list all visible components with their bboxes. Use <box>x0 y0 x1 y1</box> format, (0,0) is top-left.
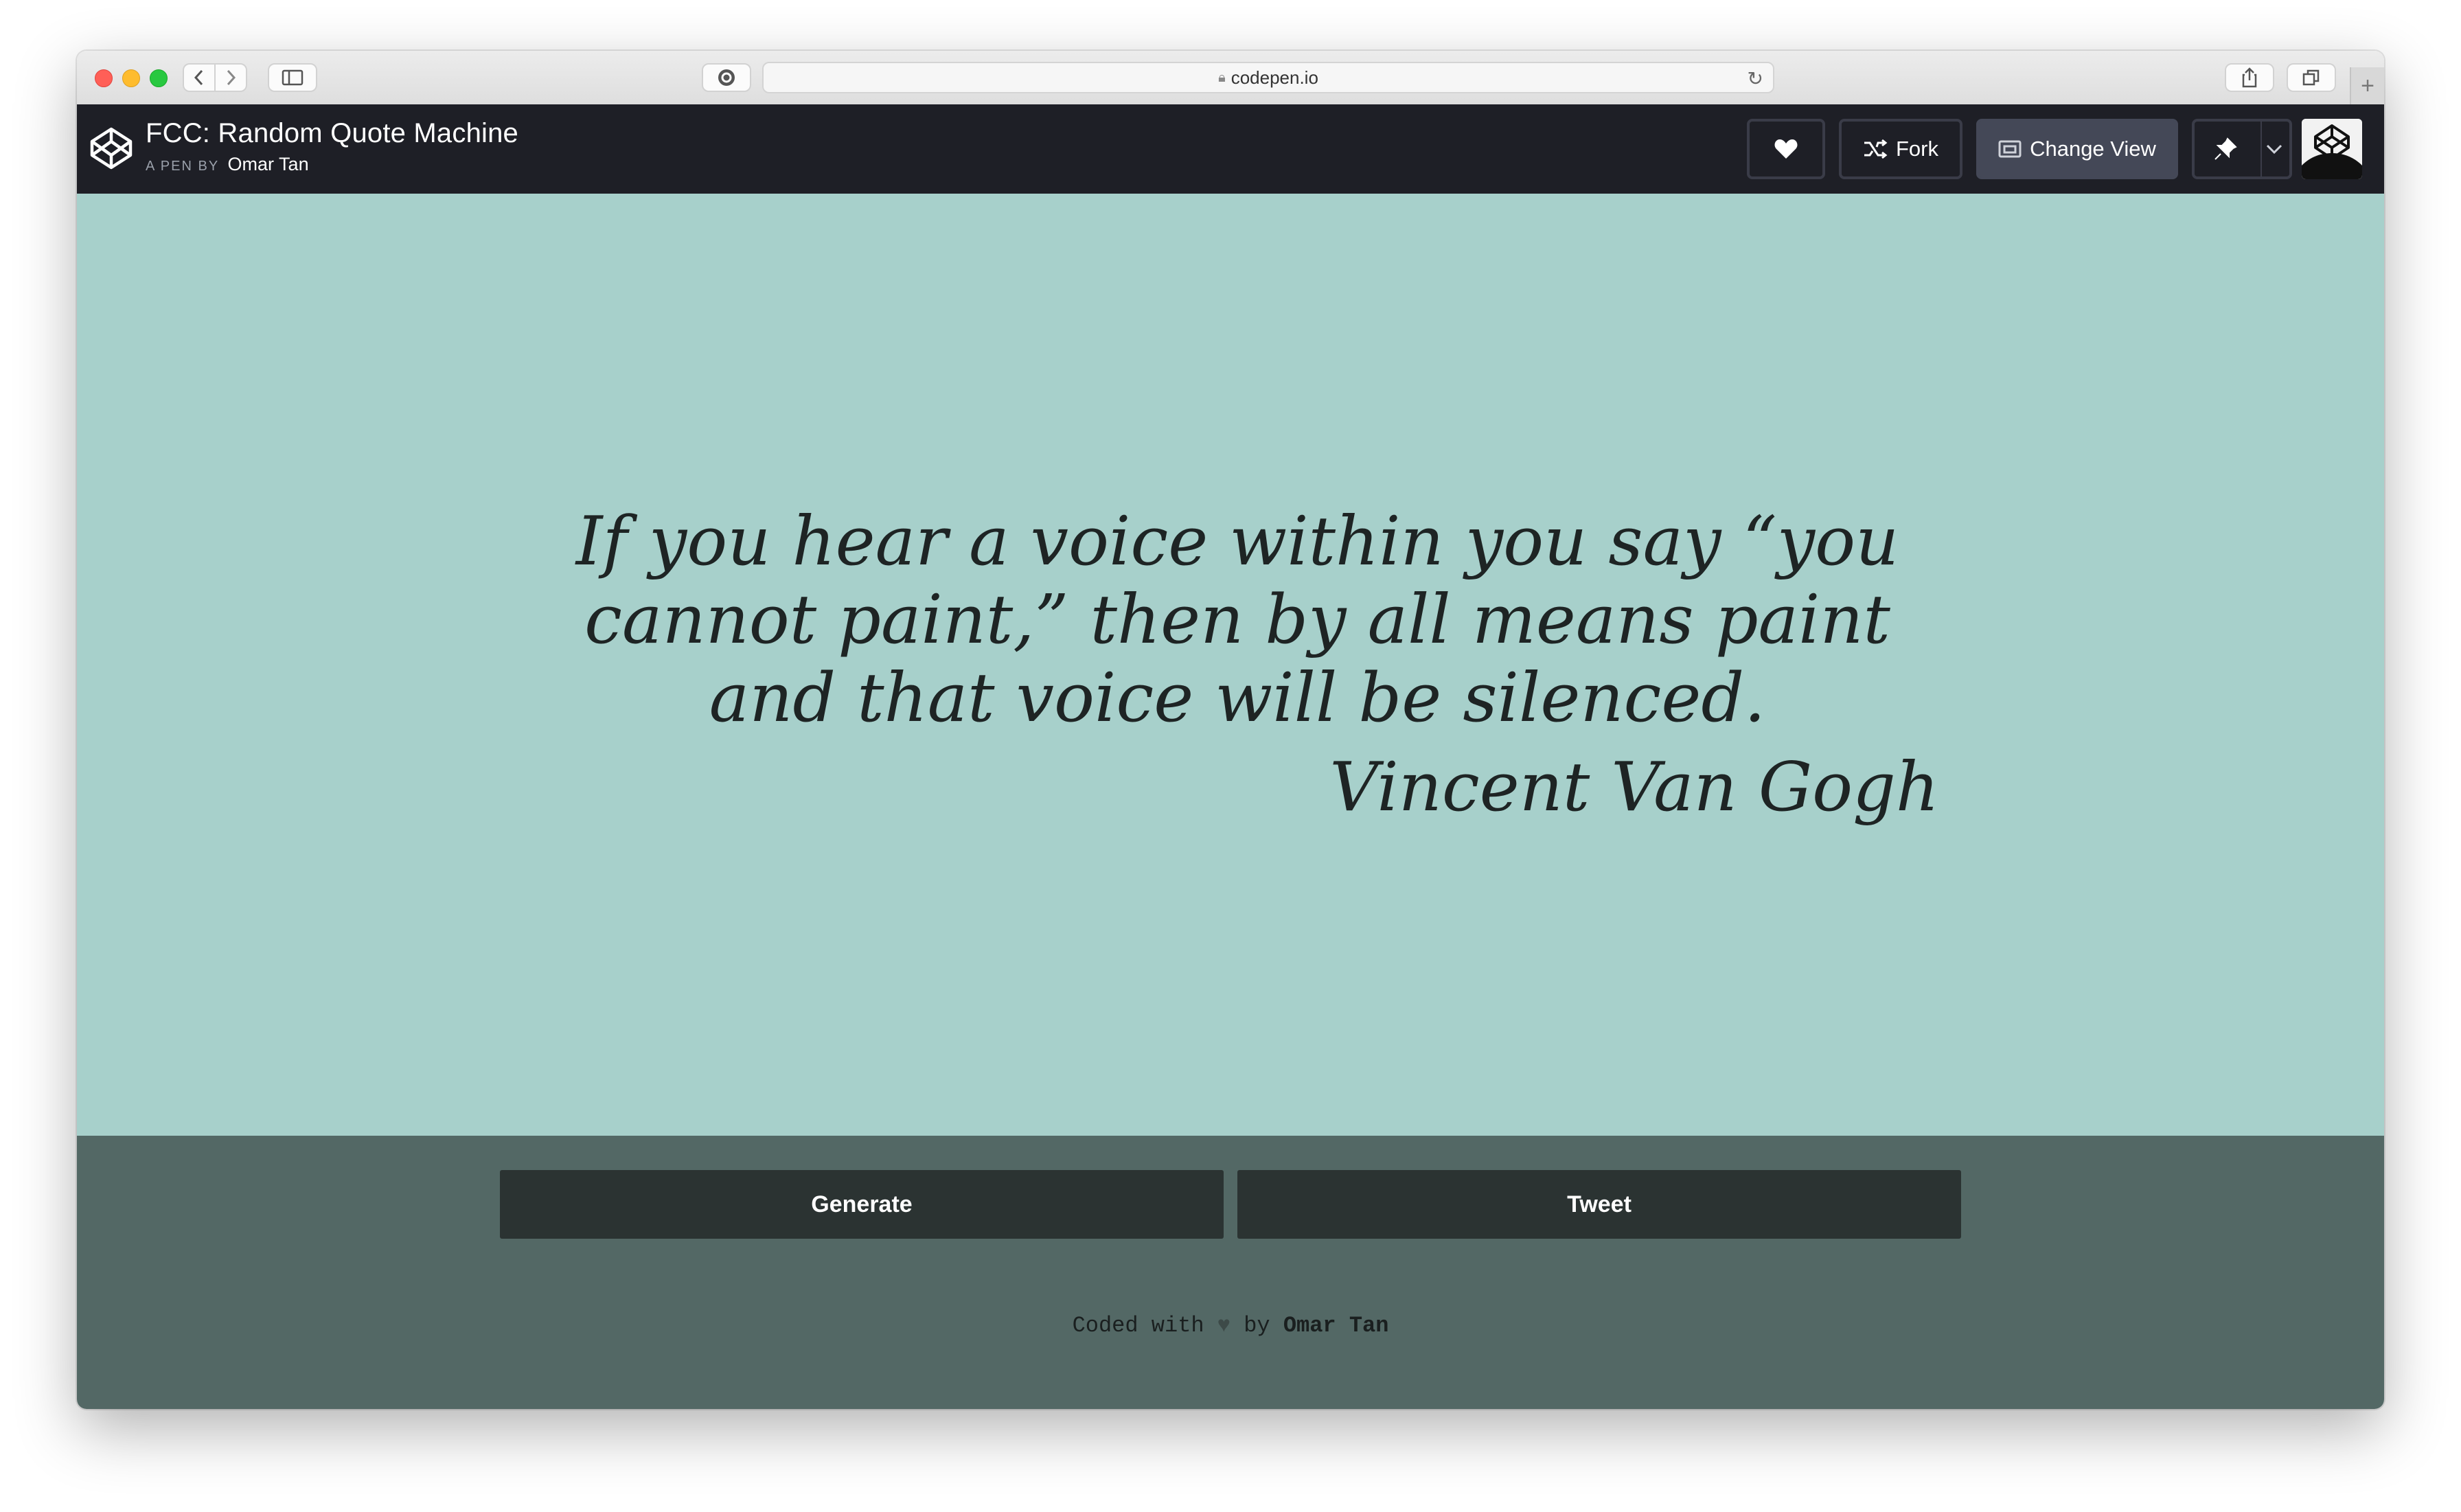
sidebar-button[interactable] <box>268 63 317 92</box>
back-button[interactable] <box>183 63 216 92</box>
forward-button[interactable] <box>214 63 247 92</box>
heart-icon <box>1774 139 1798 159</box>
change-view-label: Change View <box>2030 137 2156 161</box>
new-tab-icon[interactable]: + <box>2350 67 2384 104</box>
tabs-icon <box>2302 69 2320 86</box>
lock-icon: 🔒︎ <box>1218 69 1226 85</box>
heart-icon: ♥ <box>1217 1313 1230 1338</box>
browser-toolbar: 🔒︎ codepen.io ↻ + <box>77 51 2384 106</box>
share-button[interactable] <box>2225 63 2274 92</box>
tweet-button[interactable]: Tweet <box>1237 1170 1961 1239</box>
close-window-button[interactable] <box>95 69 113 87</box>
change-view-icon <box>1998 140 2022 158</box>
like-button[interactable] <box>1747 119 1825 179</box>
url-text: codepen.io <box>1230 67 1318 88</box>
action-bar: Generate Tweet Coded with ♥ by Omar Tan <box>77 1136 2384 1409</box>
credit-author-link[interactable]: Omar Tan <box>1283 1313 1389 1338</box>
change-view-button[interactable]: Change View <box>1976 119 2178 179</box>
minimize-window-button[interactable] <box>122 69 140 87</box>
fork-label: Fork <box>1896 137 1938 161</box>
share-icon <box>2242 67 2257 88</box>
fork-button[interactable]: Fork <box>1839 119 1962 179</box>
quote-text: If you hear a voice within you say “you … <box>575 503 1899 737</box>
browser-window: 🔒︎ codepen.io ↻ + FCC: Random Quote Mach… <box>77 51 2384 1409</box>
sidebar-icon <box>282 69 304 86</box>
privacy-icon <box>718 69 735 86</box>
tabs-button[interactable] <box>2287 63 2336 92</box>
pen-byline: A PEN BY Omar Tan <box>146 154 309 175</box>
address-bar[interactable]: 🔒︎ codepen.io ↻ <box>762 62 1774 93</box>
codepen-logo-icon[interactable] <box>88 125 135 172</box>
avatar[interactable] <box>2302 119 2362 179</box>
pin-button[interactable] <box>2192 119 2292 179</box>
chevron-down-icon[interactable] <box>2266 144 2282 154</box>
back-icon <box>194 69 203 86</box>
fork-icon <box>1864 139 1888 159</box>
reload-icon[interactable]: ↻ <box>1748 67 1763 90</box>
by-label: A PEN BY <box>146 159 220 174</box>
codepen-header: FCC: Random Quote Machine A PEN BY Omar … <box>77 104 2384 194</box>
generate-button[interactable]: Generate <box>500 1170 1224 1239</box>
author-link[interactable]: Omar Tan <box>228 154 309 174</box>
footer-credit: Coded with ♥ by Omar Tan <box>77 1313 2384 1338</box>
zoom-window-button[interactable] <box>150 69 168 87</box>
forward-icon <box>227 69 236 86</box>
pen-title[interactable]: FCC: Random Quote Machine <box>146 118 518 149</box>
credit-prefix: Coded with <box>1072 1313 1204 1338</box>
pin-icon <box>2214 137 2237 160</box>
quote-area: If you hear a voice within you say “you … <box>77 194 2384 1136</box>
privacy-button[interactable] <box>702 63 751 92</box>
quote-author: Vincent Van Gogh <box>1329 748 1939 827</box>
credit-by: by <box>1244 1313 1270 1338</box>
